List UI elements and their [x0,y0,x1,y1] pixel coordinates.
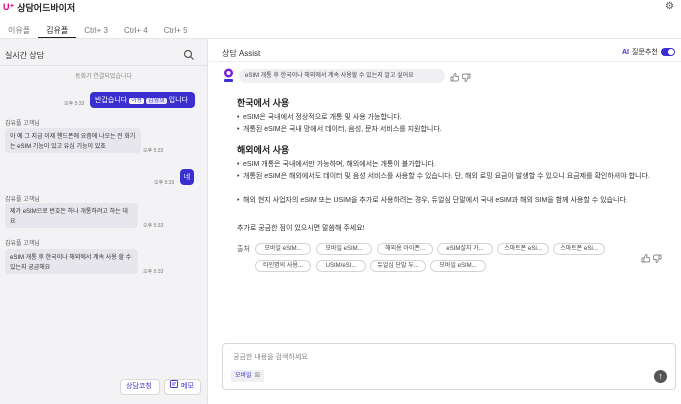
keyword-tag-label: 모바일 [235,373,252,379]
source-chip[interactable]: 듀얼심 단말 두... [370,260,426,272]
assist-search-box[interactable]: 궁금한 내용을 검색하세요 모바일 ☒ ↑ [222,343,676,390]
uplus-logo-mark: U⁺ [3,2,15,12]
source-chip[interactable]: 해외용 아이폰... [377,243,433,255]
agent-msg-time: 오후 5:33 [64,101,85,107]
source-chip[interactable]: 타인명의 사용... [255,260,311,272]
assist-title: 상담 Assist [222,49,261,58]
answer-bullet-text: eSIM은 국내에서 정상적으로 개통 및 사용 가능합니다. [243,114,402,121]
customer-message-bubble: eSIM 개통 후 한국이나 해외에서 계속 사용 할 수 있는지 궁금해요 [5,249,138,274]
agent-msg-chip-2: 김영희 [146,98,167,104]
tab-3[interactable]: Ctrl+ 3 [76,22,116,39]
ai-label: AI [622,48,629,56]
memo-label: 메모 [181,383,194,390]
customer-name: 김유플 고객님 [5,197,40,203]
thumbs-up-icon[interactable] [641,254,651,263]
customer-name: 김유플 고객님 [5,241,40,247]
answer-bullet-text: eSIM 개통은 국내에서만 가능하며, 해외에서는 개통이 불가합니다. [243,161,436,168]
user-question-bubble: eSIM 개통 후 한국이나 해외에서 계속 사용할 수 있는지 알고 싶어요 [239,69,445,83]
source-chip[interactable]: 모바일 eSIM... [316,243,372,255]
send-arrow-icon[interactable]: ↑ [654,370,667,383]
answer-bullet: eSIM은 국내에서 정상적으로 개통 및 사용 가능합니다. [237,112,667,123]
toggle-label: 질문추천 [632,49,658,56]
source-chip[interactable]: 모바일 eSIM... [430,260,486,272]
thumbs-down-icon[interactable] [652,254,662,263]
customer-tabs: 이유플 김유플 Ctrl+ 3 Ctrl+ 4 Ctrl+ 5 [0,22,196,39]
answer-feedback [641,254,662,263]
answer-bullet-text: 개통된 eSIM은 해외에서도 데이터 및 음성 서비스를 사용할 수 있습니다… [243,173,650,180]
settings-gear-icon[interactable]: ⚙ [664,1,675,12]
answer-bullet-text: 개통된 eSIM은 국내 망에서 데이터, 음성, 문자 서비스를 지원합니다. [243,126,442,133]
system-message: 동화가 연결되었습니다 [75,74,132,80]
memo-button[interactable]: 메모 [164,379,201,395]
app-logo: U⁺ 상담어드바이저 [3,1,75,14]
live-chat-title: 실시간 상담 [5,51,45,60]
memo-icon [170,380,178,394]
customer-message-bubble: 아 예 그 지금 이제 핸드폰에 요즘에 나오는 전 화기는 eSIM 기능이 … [5,128,141,153]
keyword-tag[interactable]: 모바일 ☒ [231,370,264,382]
question-recommend-toggle[interactable] [660,48,675,56]
search-icon[interactable] [183,49,195,61]
consult-coaching-button[interactable]: 상담코칭 [120,379,160,395]
consult-coaching-label: 상담코칭 [126,383,152,390]
top-bar: U⁺ 상담어드바이저 ⚙ [0,0,681,14]
customer-msg-time: 오후 5:33 [143,269,164,275]
thumbs-up-icon[interactable] [450,73,460,82]
question-recommend-toggle-group: AI 질문추천 [622,47,675,57]
answer-bullet: 해외 현지 사업자의 eSIM 또는 USIM을 추가로 사용하려는 경우, 듀… [237,195,667,206]
tab-4[interactable]: Ctrl+ 4 [116,22,156,39]
assist-divider [209,61,681,62]
customer-msg-time: 오후 5:33 [143,223,164,229]
source-chip[interactable]: 모바일 eSIM... [255,243,311,255]
tab-5[interactable]: Ctrl+ 5 [156,22,196,39]
tab-1[interactable]: 이유플 [0,22,38,39]
tag-remove-icon[interactable]: ☒ [255,370,260,382]
answer-bullet: eSIM 개통은 국내에서만 가능하며, 해외에서는 개통이 불가합니다. [237,159,667,170]
agent-msg-chip-1: 이용 [129,98,145,104]
sources-label: 출처 [237,246,250,253]
answer-bullet: 개통된 eSIM은 국내 망에서 데이터, 음성, 문자 서비스를 지원합니다. [237,124,667,135]
source-chip[interactable]: 스마트폰 eSI... [553,243,605,255]
agent-msg-suffix: 입니다 [168,97,188,104]
thumbs-down-icon[interactable] [461,73,471,82]
source-chip[interactable]: USIM/eSI... [316,260,366,272]
answer-bullet-text: 해외 현지 사업자의 eSIM 또는 USIM을 추가로 사용하려는 경우, 듀… [243,197,628,204]
ai-avatar-icon [222,68,235,83]
agent-message-bubble: 네 [180,169,194,185]
divider [0,65,207,66]
agent-msg-time: 오후 5:33 [154,180,175,186]
source-chip[interactable]: eSIM설치 가... [437,243,493,255]
app-title: 상담어드바이저 [17,3,76,13]
customer-message-bubble: 제가 eSIM으로 번호든 하나 개통하려고 하는 데요 [5,203,138,228]
tab-2-active[interactable]: 김유플 [38,22,77,39]
agent-msg-prefix: 반갑습니다 [95,97,128,104]
question-feedback [450,73,471,82]
section-title-korea: 한국에서 사용 [237,98,290,108]
search-input-placeholder[interactable]: 궁금한 내용을 검색하세요 [233,352,308,362]
source-chip[interactable]: 스마트폰 eSI... [497,243,549,255]
section-title-abroad: 해외에서 사용 [237,145,290,155]
answer-closing: 추가로 궁금한 점이 있으시면 말씀해 주세요! [237,225,365,232]
customer-name: 김유플 고객님 [5,121,40,127]
answer-bullet: 개통된 eSIM은 해외에서도 데이터 및 음성 서비스를 사용할 수 있습니다… [237,171,667,182]
customer-msg-time: 오후 5:33 [143,148,164,154]
live-chat-panel: 실시간 상담 동화가 연결되었습니다 오후 5:33 반갑습니다 이용 김영희 … [0,39,208,404]
agent-message-bubble: 반갑습니다 이용 김영희 입니다 [90,92,195,108]
